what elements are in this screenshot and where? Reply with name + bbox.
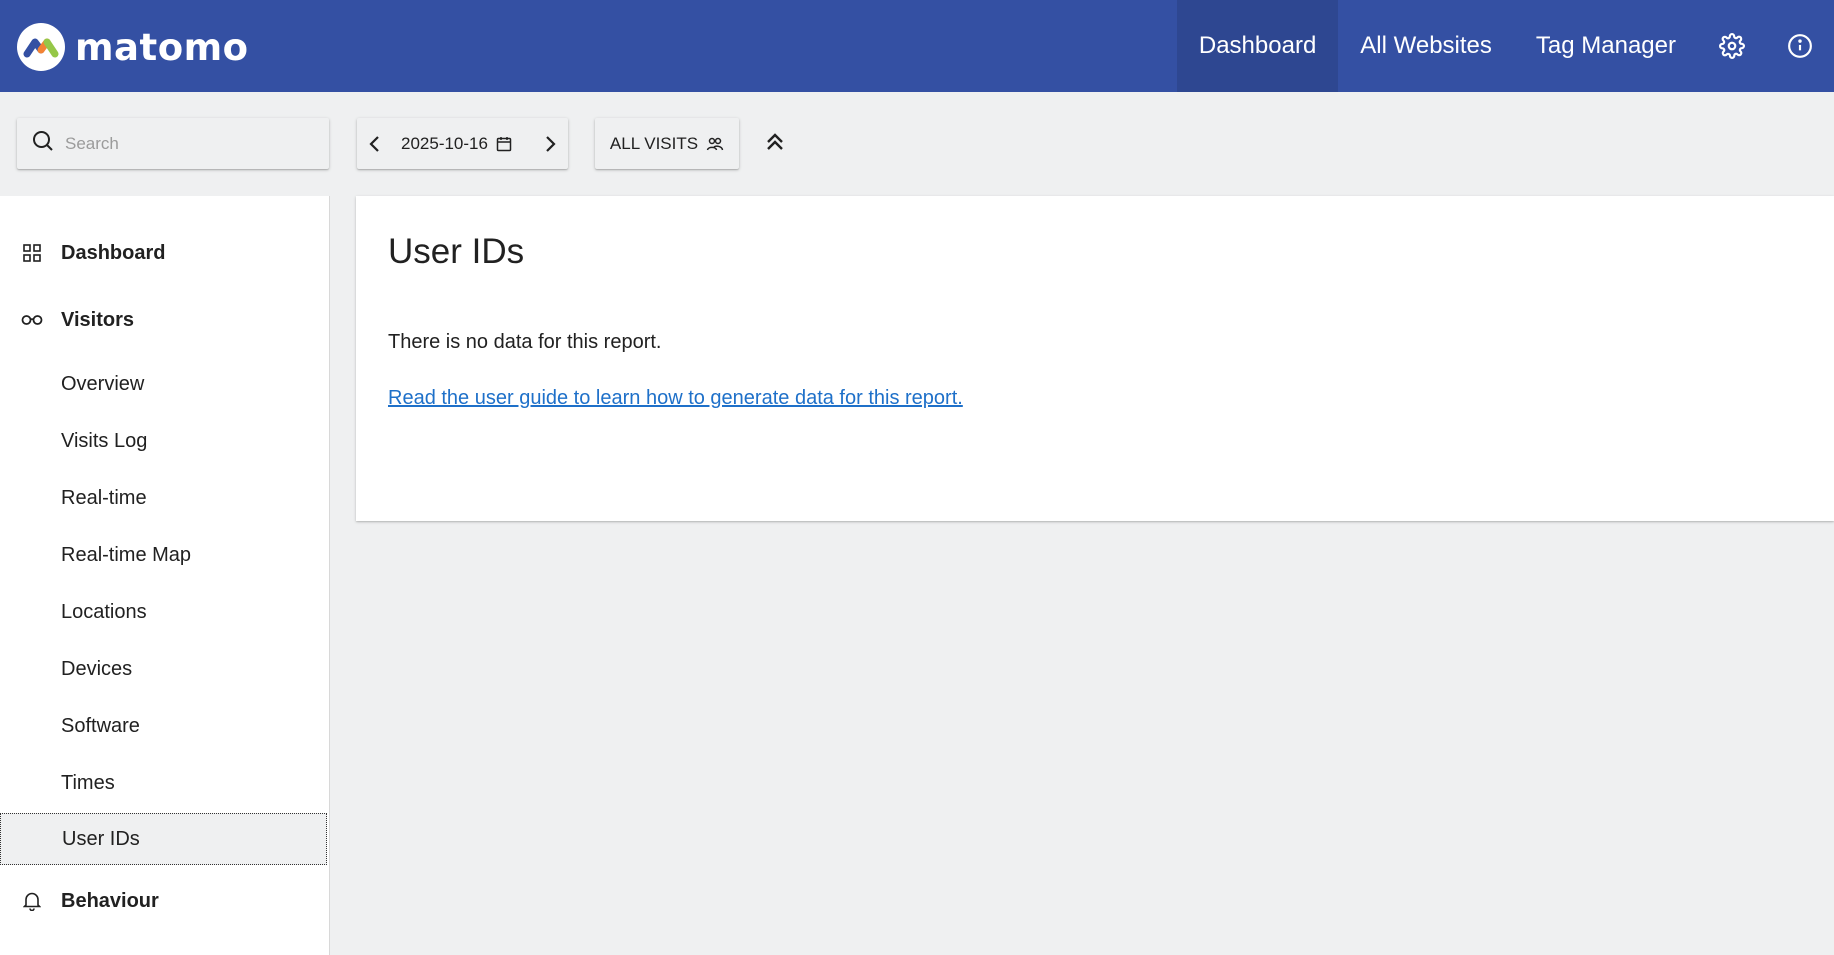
menu-item-real-time-map[interactable]: Real-time Map (0, 529, 327, 581)
menu-item-devices[interactable]: Devices (0, 643, 327, 695)
menu-item-label: Times (61, 771, 115, 794)
previous-period-button[interactable] (357, 118, 393, 169)
grid-icon (20, 241, 44, 265)
menu-item-overview[interactable]: Overview (0, 358, 327, 410)
menu-item-software[interactable]: Software (0, 700, 327, 752)
report-title: User IDs (388, 232, 525, 271)
menu-item-label: Overview (61, 372, 145, 395)
search-box[interactable] (17, 118, 329, 169)
bell-icon (20, 889, 44, 913)
logo-mark-icon (17, 23, 65, 71)
calendar-icon[interactable] (496, 136, 512, 152)
menu-category-label: Dashboard (61, 241, 166, 264)
gear-icon[interactable] (1698, 0, 1766, 92)
date-picker: 2025-10-16 (357, 118, 568, 169)
matomo-logo[interactable]: matomo (17, 23, 249, 71)
search-input[interactable] (65, 133, 315, 154)
segment-selector-button[interactable]: ALL VISITS (595, 118, 739, 169)
menu-item-label: Visits Log (61, 429, 148, 452)
menu-item-times[interactable]: Times (0, 757, 327, 809)
search-icon (31, 129, 55, 158)
menu-category-label: Visitors (61, 308, 134, 331)
report-card: User IDs There is no data for this repor… (356, 196, 1834, 521)
nav-tag-manager[interactable]: Tag Manager (1514, 0, 1698, 92)
menu-item-label: Devices (61, 657, 133, 680)
nav-all-websites[interactable]: All Websites (1338, 0, 1514, 92)
menu-category-visitors[interactable]: Visitors (0, 300, 330, 340)
sidebar: Dashboard Visitors Overview Visits Log R… (0, 196, 330, 955)
menu-item-visits-log[interactable]: Visits Log (0, 415, 327, 467)
collapse-up-icon[interactable] (760, 127, 790, 157)
date-label[interactable]: 2025-10-16 (401, 134, 488, 154)
logo-text: matomo (75, 25, 249, 69)
user-guide-link[interactable]: Read the user guide to learn how to gene… (388, 387, 963, 410)
info-icon[interactable] (1766, 0, 1834, 92)
no-data-message: There is no data for this report. (388, 331, 662, 353)
menu-item-label: Software (61, 714, 140, 737)
glasses-icon (20, 308, 44, 332)
menu-category-behaviour[interactable]: Behaviour (0, 881, 330, 921)
menu-item-label: User IDs (62, 827, 140, 850)
users-icon (706, 136, 724, 152)
menu-item-label: Locations (61, 600, 147, 623)
menu-item-locations[interactable]: Locations (0, 586, 327, 638)
menu-category-label: Behaviour (61, 889, 159, 912)
top-nav: Dashboard All Websites Tag Manager (1176, 0, 1834, 92)
segment-label: ALL VISITS (609, 133, 699, 153)
menu-item-real-time[interactable]: Real-time (0, 472, 327, 524)
top-bar: matomo Dashboard All Websites Tag Manage… (0, 0, 1834, 92)
next-period-button[interactable] (532, 118, 568, 169)
menu-item-label: Real-time (61, 486, 147, 509)
nav-dashboard[interactable]: Dashboard (1176, 0, 1339, 92)
menu-category-dashboard[interactable]: Dashboard (0, 233, 330, 273)
menu-item-user-ids[interactable]: User IDs (0, 813, 327, 865)
menu-item-label: Real-time Map (61, 543, 192, 566)
